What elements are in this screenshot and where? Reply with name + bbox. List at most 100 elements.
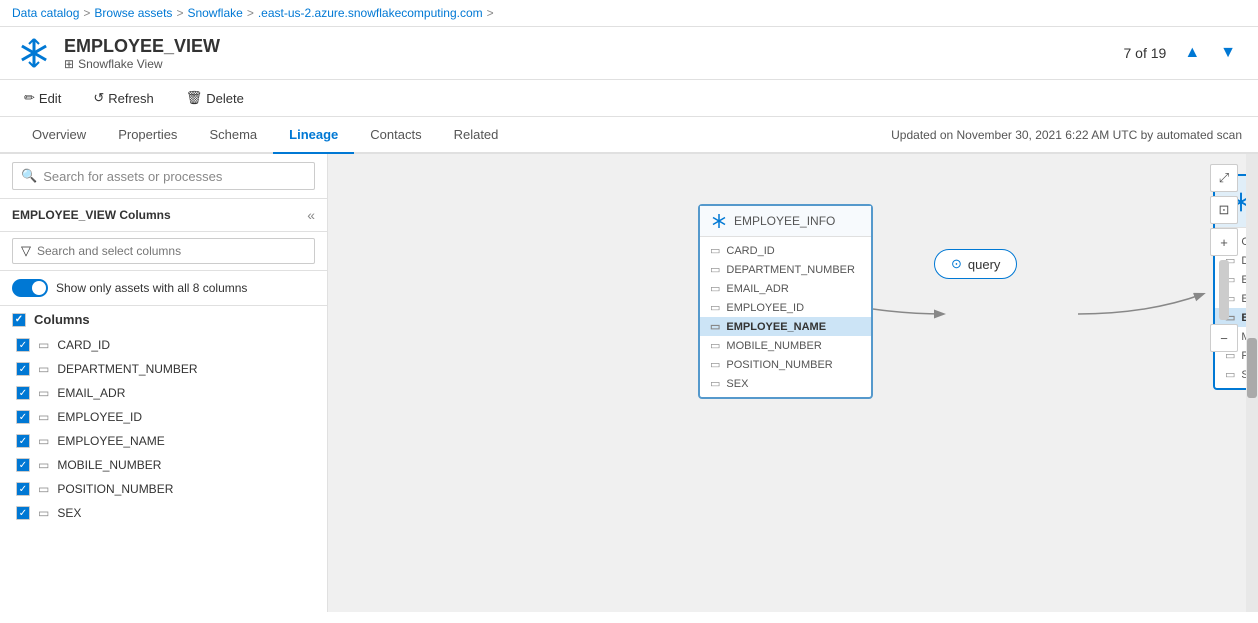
breadcrumb-browse-assets[interactable]: Browse assets <box>94 6 172 20</box>
fit-canvas-button[interactable]: ⊡ <box>1210 196 1238 224</box>
toggle-label: Show only assets with all 8 columns <box>56 281 247 295</box>
canvas-scrollbar[interactable] <box>1246 154 1258 612</box>
columns-section-header: EMPLOYEE_VIEW Columns « <box>0 199 327 232</box>
header-subtitle: ⊞ Snowflake View <box>64 57 1123 71</box>
updated-info: Updated on November 30, 2021 6:22 AM UTC… <box>891 128 1242 142</box>
toggle-all-columns[interactable] <box>12 279 48 297</box>
field-name: EMAIL_ADR <box>726 283 788 295</box>
column-checkbox[interactable] <box>16 506 30 520</box>
column-checkbox[interactable] <box>16 386 30 400</box>
field-icon: ▭ <box>710 358 720 371</box>
field-icon: ▭ <box>1225 368 1235 381</box>
toolbar: ✏ Edit ↺ Refresh 🗑 Delete <box>0 80 1258 117</box>
list-item: ▭ EMPLOYEE_NAME <box>0 429 327 453</box>
column-checkbox[interactable] <box>16 362 30 376</box>
field-name: POSITION_NUMBER <box>726 359 832 371</box>
columns-section-title: EMPLOYEE_VIEW Columns <box>12 208 171 222</box>
breadcrumb-snowflake[interactable]: Snowflake <box>187 6 242 20</box>
source-field: ▭EMPLOYEE_NAME <box>700 317 871 336</box>
column-checkbox[interactable] <box>16 458 30 472</box>
collapse-panel-button[interactable]: « <box>307 207 315 223</box>
page-counter: 7 of 19 <box>1123 45 1166 61</box>
expand-canvas-button[interactable]: ⤢ <box>1210 164 1238 192</box>
column-name: POSITION_NUMBER <box>57 482 173 496</box>
column-name: CARD_ID <box>57 338 110 352</box>
zoom-slider[interactable] <box>1219 260 1229 320</box>
column-type-icon: ▭ <box>38 458 49 472</box>
column-type-icon: ▭ <box>38 506 49 520</box>
search-assets-input[interactable] <box>43 169 306 184</box>
tab-contacts[interactable]: Contacts <box>354 117 437 154</box>
zoom-in-button[interactable]: + <box>1210 228 1238 256</box>
search-icon: 🔍 <box>21 168 37 184</box>
filter-icon: ▽ <box>21 243 31 259</box>
field-icon: ▭ <box>710 301 720 314</box>
column-type-icon: ▭ <box>38 338 49 352</box>
columns-search-input[interactable] <box>37 244 306 258</box>
breadcrumb-url[interactable]: .east-us-2.azure.snowflakecomputing.com <box>258 6 483 20</box>
tab-lineage[interactable]: Lineage <box>273 117 354 154</box>
list-item: ▭ DEPARTMENT_NUMBER <box>0 357 327 381</box>
canvas-scrollbar-thumb <box>1247 338 1257 398</box>
header-title-block: EMPLOYEE_VIEW ⊞ Snowflake View <box>64 36 1123 71</box>
refresh-button[interactable]: ↺ Refresh <box>85 86 161 110</box>
query-icon: ⊙ <box>951 256 962 272</box>
list-item: ▭ MOBILE_NUMBER <box>0 453 327 477</box>
tab-schema[interactable]: Schema <box>193 117 273 154</box>
tab-related[interactable]: Related <box>438 117 515 154</box>
source-field: ▭ POSITION_NUMBER <box>700 355 871 374</box>
next-button[interactable]: ▼ <box>1214 42 1242 64</box>
field-icon: ▭ <box>710 244 720 257</box>
field-icon: ▭ <box>710 339 720 352</box>
breadcrumb-sep3: > <box>247 6 254 20</box>
tab-properties[interactable]: Properties <box>102 117 193 154</box>
column-checkbox[interactable] <box>16 410 30 424</box>
previous-button[interactable]: ▲ <box>1178 42 1206 64</box>
columns-list: Columns ▭ CARD_ID ▭ DEPARTMENT_NUMBER ▭ … <box>0 306 327 525</box>
canvas-tools: ⤢ ⊡ + − <box>1210 164 1238 352</box>
column-name: DEPARTMENT_NUMBER <box>57 362 197 376</box>
list-item: ▭ EMPLOYEE_ID <box>0 405 327 429</box>
list-item: ▭ SEX <box>0 501 327 525</box>
column-type-icon: ▭ <box>38 386 49 400</box>
breadcrumb-sep4: > <box>487 6 494 20</box>
delete-button[interactable]: 🗑 Delete <box>178 86 252 110</box>
lineage-canvas: EMPLOYEE_INFO ▭CARD_ID▭DEPARTMENT_NUMBER… <box>328 154 1258 612</box>
field-icon: ▭ <box>710 377 720 390</box>
field-name: MOBILE_NUMBER <box>726 340 821 352</box>
column-name: EMPLOYEE_ID <box>57 410 142 424</box>
list-item: ▭ POSITION_NUMBER <box>0 477 327 501</box>
column-name: EMPLOYEE_NAME <box>57 434 164 448</box>
column-name: EMAIL_ADR <box>57 386 125 400</box>
column-checkbox[interactable] <box>16 434 30 448</box>
search-assets-box[interactable]: 🔍 <box>12 162 315 190</box>
field-icon: ▭ <box>710 263 720 276</box>
toggle-knob <box>32 281 46 295</box>
column-name: SEX <box>57 506 81 520</box>
column-type-icon: ▭ <box>38 410 49 424</box>
column-name: MOBILE_NUMBER <box>57 458 161 472</box>
column-checkbox[interactable] <box>16 482 30 496</box>
zoom-out-button[interactable]: − <box>1210 324 1238 352</box>
column-type-icon: ▭ <box>38 482 49 496</box>
breadcrumb-data-catalog[interactable]: Data catalog <box>12 6 79 20</box>
source-field: ▭ MOBILE_NUMBER <box>700 336 871 355</box>
breadcrumb: Data catalog > Browse assets > Snowflake… <box>0 0 1258 27</box>
columns-group-checkbox[interactable] <box>12 313 26 327</box>
breadcrumb-sep2: > <box>176 6 183 20</box>
refresh-icon: ↺ <box>93 90 104 106</box>
source-node-title: EMPLOYEE_INFO <box>734 214 835 228</box>
column-checkbox[interactable] <box>16 338 30 352</box>
source-field: ▭SEX <box>700 374 871 393</box>
tab-overview[interactable]: Overview <box>16 117 102 154</box>
source-node-fields: ▭CARD_ID▭DEPARTMENT_NUMBER▭EMAIL_ADR▭EMP… <box>700 237 871 397</box>
columns-group-header: Columns <box>0 306 327 333</box>
column-items-list: ▭ CARD_ID ▭ DEPARTMENT_NUMBER ▭ EMAIL_AD… <box>0 333 327 525</box>
edit-icon: ✏ <box>24 90 35 106</box>
source-field: ▭EMAIL_ADR <box>700 279 871 298</box>
edit-button[interactable]: ✏ Edit <box>16 86 69 110</box>
source-field: ▭CARD_ID <box>700 241 871 260</box>
columns-search-box[interactable]: ▽ <box>12 238 315 264</box>
source-node: EMPLOYEE_INFO ▭CARD_ID▭DEPARTMENT_NUMBER… <box>698 204 873 399</box>
field-name: EMPLOYEE_ID <box>726 302 804 314</box>
